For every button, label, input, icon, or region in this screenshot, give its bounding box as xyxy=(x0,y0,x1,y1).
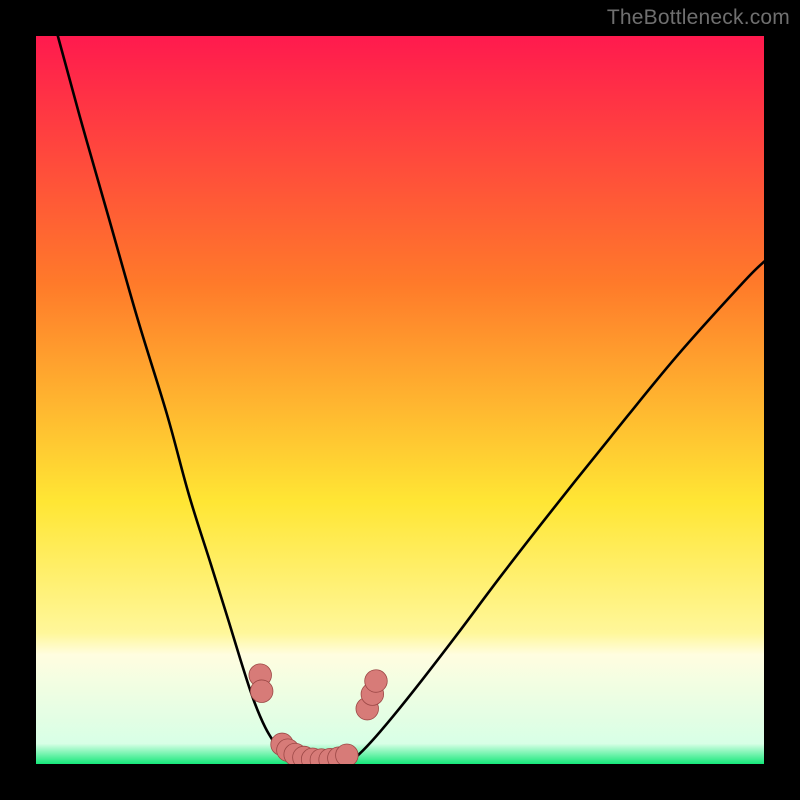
v-curve-path xyxy=(58,36,764,764)
plot-area xyxy=(36,36,764,764)
data-marker xyxy=(250,680,273,703)
watermark-text: TheBottleneck.com xyxy=(607,6,790,30)
data-marker xyxy=(336,744,359,764)
bottleneck-curve xyxy=(36,36,764,764)
data-marker xyxy=(365,670,388,693)
outer-frame: TheBottleneck.com xyxy=(0,0,800,800)
